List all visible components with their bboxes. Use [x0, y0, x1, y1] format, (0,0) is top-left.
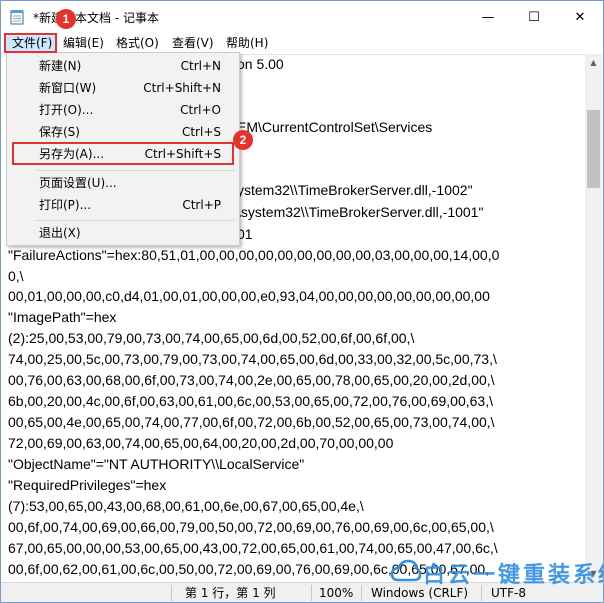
vertical-scrollbar[interactable]: ▲ ▼: [585, 54, 602, 582]
menu-item-label: 保存(S): [39, 125, 80, 139]
text-fragment: on 5.00: [237, 56, 284, 72]
close-button[interactable]: ✕: [557, 1, 603, 33]
menu-separator: [35, 170, 235, 171]
text-line: "FailureActions"=hex:80,51,01,00,00,00,0…: [8, 247, 500, 263]
text-line: "ObjectName"="NT AUTHORITY\\LocalService…: [8, 456, 305, 472]
text-line: 00,6f,00,74,00,69,00,66,00,79,00,50,00,7…: [8, 519, 494, 535]
text-line: "RequiredPrivileges"=hex: [8, 477, 167, 493]
file-menu-highlight: [4, 33, 57, 53]
menu-item-new[interactable]: 新建(N) Ctrl+N: [7, 55, 239, 77]
menu-item-save[interactable]: 保存(S) Ctrl+S: [7, 121, 239, 143]
text-line: 6b,00,20,00,4c,00,6f,00,63,00,61,00,6c,0…: [8, 393, 493, 409]
menu-item-label: 新建(N): [39, 59, 82, 73]
scrollbar-thumb[interactable]: [587, 110, 600, 188]
step-badge-1: 1: [56, 9, 76, 29]
text-line: 72,00,69,00,63,00,74,00,65,00,64,00,20,0…: [8, 435, 394, 451]
save-as-highlight: [12, 142, 234, 165]
status-divider: [171, 585, 172, 601]
text-fragment: \system32\\TimeBrokerServer.dll,-1001": [237, 204, 484, 220]
status-divider: [361, 585, 362, 601]
menu-item-shortcut: Ctrl+S: [181, 125, 221, 139]
text-line: 00,65,00,4e,00,65,00,74,00,77,00,6f,00,7…: [8, 414, 495, 430]
cloud-icon: [391, 559, 421, 582]
watermark: 白云一键重装系统: [387, 555, 603, 588]
menu-bar: 文件(F) 编辑(E) 格式(O) 查看(V) 帮助(H): [1, 33, 603, 53]
text-line: 00,01,00,00,00,c0,d4,01,00,01,00,00,00,e…: [8, 288, 490, 304]
zoom-level: 100%: [319, 586, 354, 600]
minimize-button[interactable]: —: [465, 1, 511, 33]
menu-item-label: 打印(P)...: [39, 198, 92, 212]
maximize-button[interactable]: ☐: [511, 1, 557, 33]
step-badge-2: 2: [233, 130, 253, 150]
menu-item-label: 页面设置(U)...: [39, 176, 117, 190]
menu-item-label: 退出(X): [39, 226, 81, 240]
menu-item-exit[interactable]: 退出(X): [7, 222, 239, 244]
cursor-position: 第 1 行，第 1 列: [185, 586, 276, 600]
status-divider: [311, 585, 312, 601]
menu-item-shortcut: Ctrl+O: [180, 103, 221, 117]
text-fragment: ystem32\\TimeBrokerServer.dll,-1002": [237, 182, 473, 198]
menu-item-print[interactable]: 打印(P)... Ctrl+P: [7, 194, 239, 216]
menu-item-label: 新窗口(W): [39, 81, 97, 95]
scroll-up-icon[interactable]: ▲: [585, 54, 602, 71]
text-line: 00,76,00,63,00,68,00,6f,00,73,00,74,00,2…: [8, 372, 495, 388]
menu-item-shortcut: Ctrl+Shift+N: [143, 81, 221, 95]
text-line: (7):53,00,65,00,43,00,68,00,61,00,6e,00,…: [8, 498, 364, 514]
menu-separator: [35, 220, 235, 221]
notepad-icon: [10, 10, 24, 25]
menu-item-shortcut: Ctrl+N: [180, 59, 221, 73]
menu-item-new-window[interactable]: 新窗口(W) Ctrl+Shift+N: [7, 77, 239, 99]
menu-item-shortcut: Ctrl+P: [182, 198, 221, 212]
notepad-window: *新建文本文档 - 记事本 — ☐ ✕ 文件(F) 编辑(E) 格式(O) 查看…: [0, 0, 604, 603]
menu-help[interactable]: 帮助(H): [220, 33, 274, 53]
menu-item-open[interactable]: 打开(O)... Ctrl+O: [7, 99, 239, 121]
menu-item-label: 打开(O)...: [39, 103, 94, 117]
text-line: "ImagePath"=hex: [8, 309, 117, 325]
menu-edit[interactable]: 编辑(E): [57, 33, 110, 53]
text-line: 74,00,25,00,5c,00,73,00,79,00,73,00,74,0…: [8, 351, 497, 367]
text-line: (2):25,00,53,00,79,00,73,00,74,00,65,00,…: [8, 330, 415, 346]
window-title: *新建文本文档 - 记事本: [33, 11, 159, 25]
menu-format[interactable]: 格式(O): [110, 33, 165, 53]
text-fragment: EM\CurrentControlSet\Services: [237, 119, 433, 135]
menu-item-page-setup[interactable]: 页面设置(U)...: [7, 172, 239, 194]
watermark-text: 白云一键重装系统: [423, 563, 604, 588]
title-bar[interactable]: *新建文本文档 - 记事本 — ☐ ✕: [1, 1, 603, 33]
menu-view[interactable]: 查看(V): [166, 33, 220, 53]
